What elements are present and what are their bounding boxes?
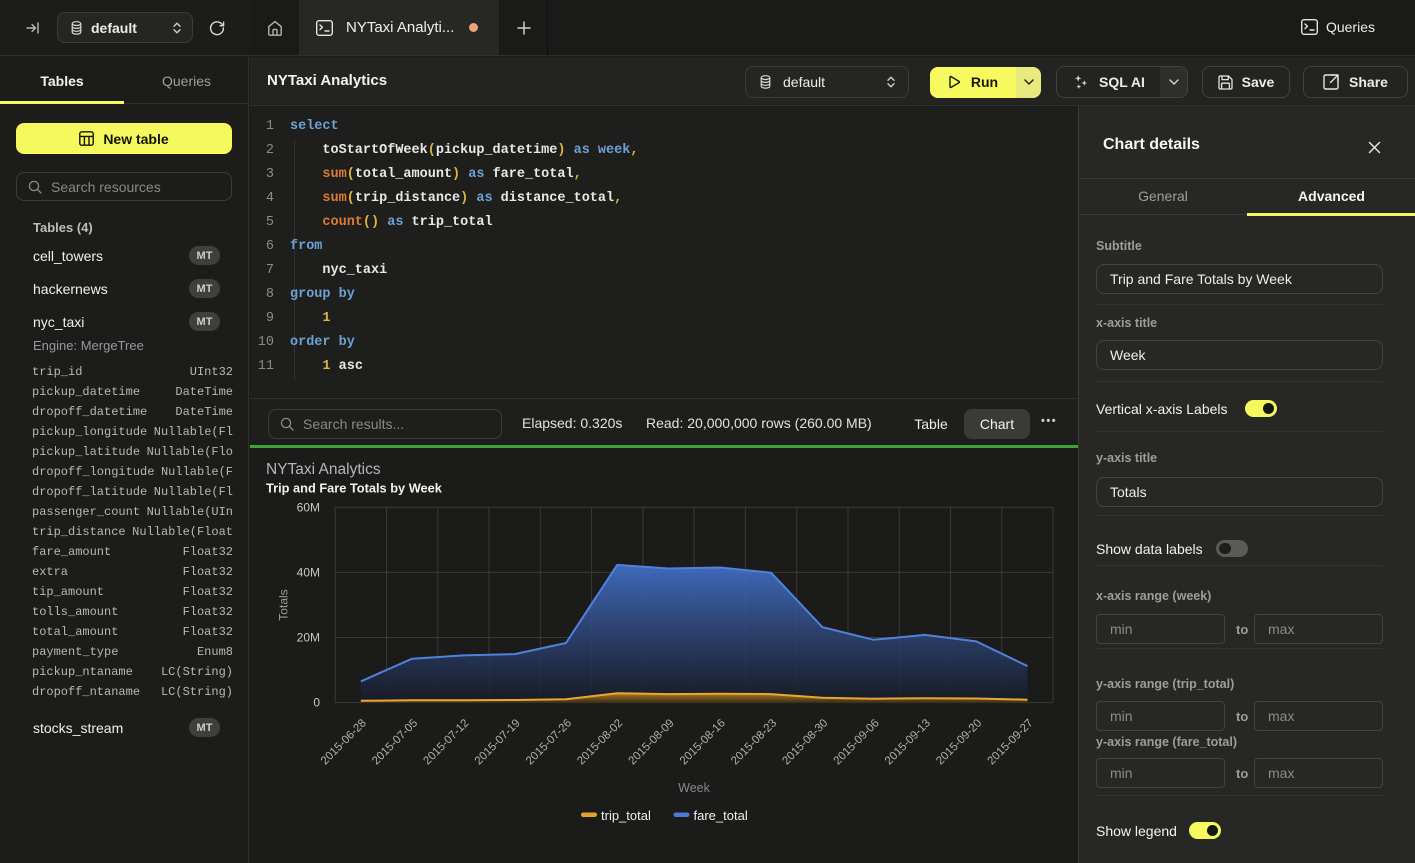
svg-text:Week: Week (678, 781, 710, 795)
svg-text:40M: 40M (297, 565, 320, 579)
svg-text:2015-08-23: 2015-08-23 (729, 717, 779, 767)
svg-text:Trip and Fare Totals by Week: Trip and Fare Totals by Week (266, 481, 443, 496)
svg-text:20M: 20M (297, 631, 320, 645)
svg-text:2015-07-05: 2015-07-05 (370, 717, 420, 767)
svg-text:2015-07-19: 2015-07-19 (473, 717, 523, 767)
svg-text:0: 0 (313, 696, 320, 710)
svg-text:fare_total: fare_total (694, 808, 748, 823)
svg-text:2015-09-20: 2015-09-20 (934, 717, 984, 767)
svg-text:2015-07-26: 2015-07-26 (524, 717, 574, 767)
svg-text:2015-09-06: 2015-09-06 (832, 717, 882, 767)
svg-text:2015-08-09: 2015-08-09 (627, 717, 677, 767)
svg-text:2015-07-12: 2015-07-12 (421, 717, 471, 767)
svg-text:2015-08-02: 2015-08-02 (575, 717, 625, 767)
svg-text:Totals: Totals (277, 589, 291, 620)
svg-text:2015-08-30: 2015-08-30 (780, 717, 830, 767)
svg-text:NYTaxi Analytics: NYTaxi Analytics (266, 461, 381, 478)
svg-text:2015-09-27: 2015-09-27 (986, 717, 1036, 767)
svg-text:trip_total: trip_total (601, 808, 651, 823)
svg-text:60M: 60M (297, 500, 320, 514)
svg-text:2015-06-28: 2015-06-28 (319, 717, 369, 767)
svg-text:2015-09-13: 2015-09-13 (883, 717, 933, 767)
svg-text:2015-08-16: 2015-08-16 (678, 717, 728, 767)
